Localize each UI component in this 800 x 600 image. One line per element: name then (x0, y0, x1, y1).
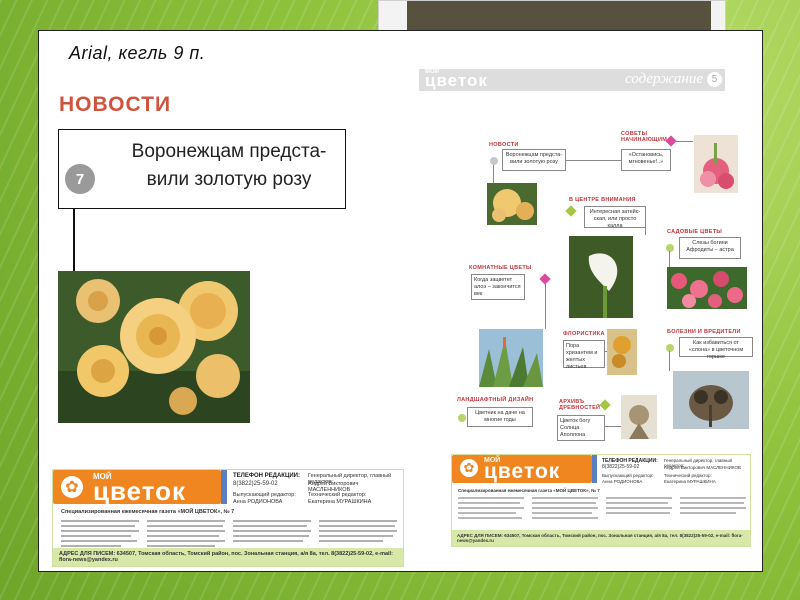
toc-news-dot (489, 156, 499, 166)
contents-title: содержание (625, 71, 703, 87)
connector (493, 165, 494, 183)
release-label: Выпускающий редактор: (233, 492, 296, 498)
toc-floristics-thumb (607, 329, 637, 375)
tech-editor-name: Екатерина МУРАШКИНА (664, 479, 716, 484)
footer-right: ✿ МОЙ цветок ТЕЛЕФОН РЕДАКЦИИ: 8(3822)25… (451, 454, 751, 547)
address-bar: АДРЕС ДЛЯ ПИСЕМ: 634507, Томская область… (53, 548, 403, 566)
toc-floristics-item: Пора хризантем и желтых листьев (563, 340, 605, 370)
toc-garden-dot (665, 243, 675, 253)
tagline: Специализированная ежемесячная газета «М… (61, 509, 235, 515)
headline-box: Воронежцам предста- вили золотую розу (58, 129, 346, 209)
release-name: Анна РОДИОНОВА (602, 479, 643, 484)
tech-editor-label: Технический редактор: (308, 492, 367, 498)
toc-diseases-dot (665, 343, 675, 353)
footer-left: ✿ МОЙ цветок ТЕЛЕФОН РЕДАКЦИИ: 8(3822)25… (52, 469, 404, 567)
connector (669, 251, 670, 267)
toc-garden-label: САДОВЫЕ ЦВЕТЫ (667, 229, 723, 235)
toc-focus-thumb (569, 236, 633, 318)
page-number-badge: 5 (707, 72, 722, 87)
release-label: Выпускающий редактор: (602, 473, 654, 478)
tech-editor-label: Технический редактор: (664, 473, 712, 478)
toc-news-label: НОВОСТИ (489, 142, 519, 148)
toc-garden-item: Слезы богини Афродиты – астра (679, 237, 741, 259)
brand-logo-right: ✿ МОЙ цветок (452, 455, 592, 483)
toc-archive-thumb (621, 395, 657, 439)
toc-tips-item: «Остановись, мгновенье!..» (621, 149, 671, 171)
toc-diseases-label: БОЛЕЗНИ И ВРЕДИТЕЛИ (667, 329, 741, 335)
toc-news-thumb (487, 183, 537, 225)
connector (566, 160, 621, 161)
toc-landscape-dot (457, 413, 467, 423)
connector (669, 351, 670, 371)
phone-label: ТЕЛЕФОН РЕДАКЦИИ: (233, 473, 300, 479)
brand-name: цветок (484, 460, 561, 483)
font-caption: Arial, кегль 9 п. (69, 43, 206, 63)
address-bar: АДРЕС ДЛЯ ПИСЕМ: 634507, Томская область… (452, 530, 750, 546)
headline-line-2: вили золотую розу (146, 169, 312, 190)
tagline: Специализированная ежемесячная газета «М… (458, 488, 600, 493)
toc-diseases-item: Как избавиться от «слона» в цветочном го… (679, 337, 753, 360)
headline-line-1: Воронежцам предста- (131, 141, 327, 162)
toc-floristics-label: ФЛОРИСТИКА (563, 331, 605, 337)
connector (671, 141, 693, 142)
headline: Воронежцам предста- вили золотую розу (119, 138, 339, 194)
connector-line (73, 209, 75, 271)
toc-archive-label: АРХИВЪ ДРЕВНОСТЕЙ (559, 399, 601, 411)
rose-photo (58, 271, 250, 423)
toc-focus-bullet (565, 205, 577, 217)
brand-accent (592, 455, 597, 483)
flower-icon: ✿ (460, 459, 478, 477)
connector (605, 351, 607, 352)
slide: Arial, кегль 9 п. НОВОСТИ Воронежцам пре… (38, 30, 763, 572)
toc-focus-item: Интересная затейс-ская, или просто калла (584, 206, 646, 229)
brand-logo: ✿ МОЙ цветок (53, 470, 221, 506)
flower-icon: ✿ (61, 476, 83, 498)
tech-editor-name: Екатерина МУРАШКИНА (308, 499, 372, 505)
connector (605, 426, 621, 427)
toc-focus-label: В ЦЕНТРЕ ВНИМАНИЯ (569, 197, 636, 203)
toc-landscape-label: ЛАНДШАФТНЫЙ ДИЗАЙН (457, 397, 534, 403)
phone: 8(3822)25-59-02 (233, 481, 278, 487)
brand-name: цветок (93, 476, 187, 506)
toc-garden-thumb (667, 267, 747, 309)
phone: 8(3822)25-59-02 (602, 464, 640, 470)
toc-indoor-thumb (479, 329, 543, 387)
article-number-badge: 7 (63, 162, 97, 196)
connector (545, 281, 546, 329)
connector (645, 217, 646, 235)
magazine-header: МОЙ цветок содержание 5 (419, 69, 725, 91)
toc-news-item: Воронежцам предста-вили золотую розу (502, 149, 566, 171)
toc-indoor-label: КОМНАТНЫЕ ЦВЕТЫ (469, 265, 532, 271)
release-name: Анна РОДИОНОВА (233, 499, 283, 505)
news-section-title: НОВОСТИ (59, 93, 172, 116)
toc-tips-thumb (694, 135, 738, 193)
toc-diseases-thumb (673, 371, 749, 429)
brand-accent (221, 470, 227, 504)
toc-archive-item: Цветок богу Солнца Аполлона (557, 415, 605, 441)
toc-indoor-item: Когда зацветет алоэ – закончится век (471, 274, 525, 300)
magazine-brand: цветок (425, 71, 488, 90)
toc-landscape-item: Цветник на даче на многие годы (467, 407, 533, 427)
gen-director-name: Андрей Викторович МАСЛЕННИКОВ (664, 465, 741, 470)
fine-print-columns (458, 497, 746, 519)
